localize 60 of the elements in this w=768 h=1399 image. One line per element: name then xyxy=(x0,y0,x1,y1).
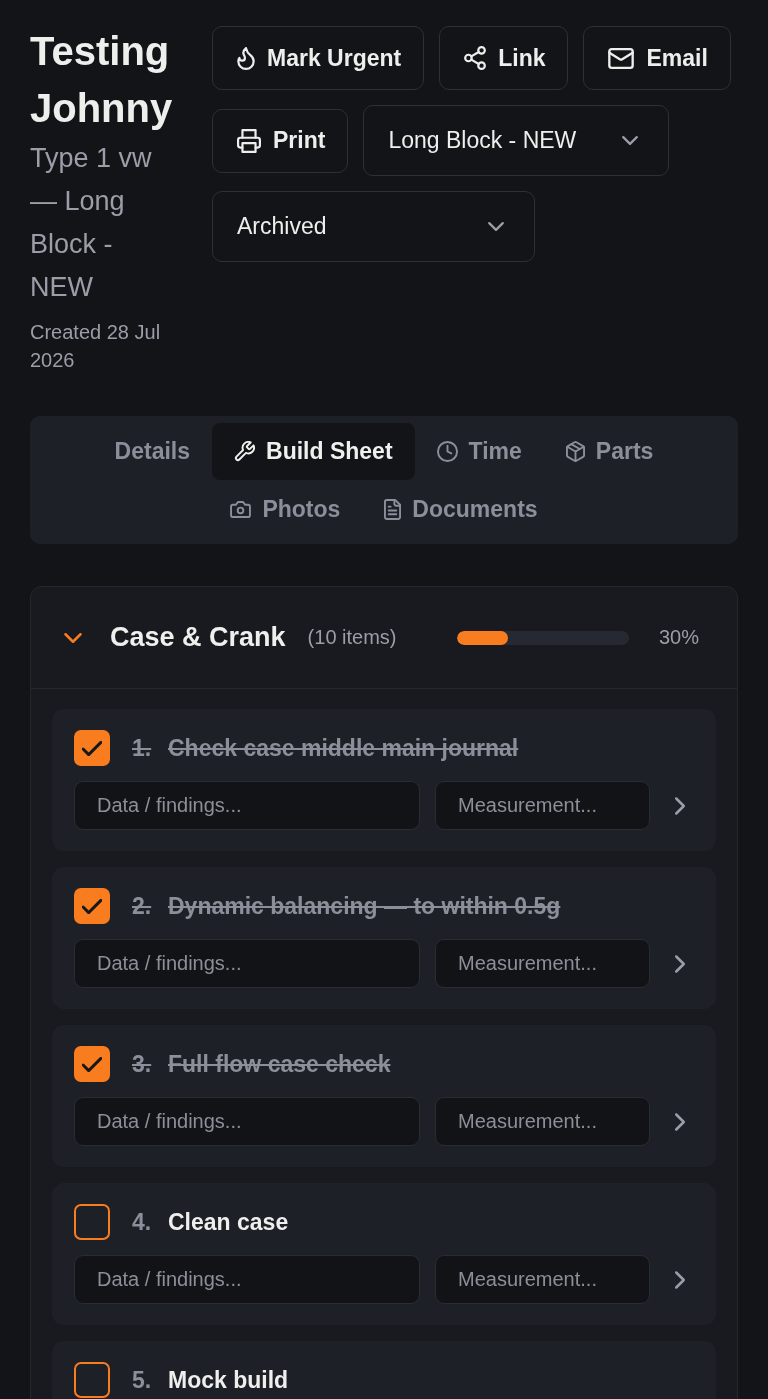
tab[interactable]: Documents xyxy=(362,481,560,538)
clock-icon xyxy=(436,441,458,462)
record-title: Testing Johnny xyxy=(30,28,174,132)
camera-icon xyxy=(230,501,252,518)
findings-field[interactable]: Data / findings... xyxy=(74,939,420,988)
checkbox[interactable] xyxy=(74,1362,110,1398)
measurement-field[interactable]: Measurement... xyxy=(435,1255,650,1304)
findings-field[interactable]: Data / findings... xyxy=(74,1097,420,1146)
checkbox[interactable] xyxy=(74,888,110,924)
progress-percent: 30% xyxy=(658,626,699,649)
measurement-field[interactable]: Measurement... xyxy=(435,939,650,988)
wrench-icon xyxy=(234,441,256,462)
check-icon xyxy=(82,1056,102,1072)
tab[interactable]: Parts xyxy=(543,423,676,480)
measurement-field[interactable]: Measurement... xyxy=(435,1097,650,1146)
item-number: 3. xyxy=(132,1051,153,1077)
printer-icon xyxy=(237,128,261,153)
checkbox[interactable] xyxy=(74,1046,110,1082)
measurement-field[interactable]: Measurement... xyxy=(435,781,650,830)
status-dropdown[interactable]: Archived xyxy=(212,191,535,262)
email-button[interactable]: Email xyxy=(583,26,731,90)
chevron-down-icon[interactable] xyxy=(64,632,82,643)
link-button[interactable]: Link xyxy=(439,26,569,90)
item-title: Dynamic balancing — to within 0.5g xyxy=(168,893,561,919)
tab[interactable]: Build Sheet xyxy=(212,423,415,480)
item-number: 2. xyxy=(132,893,153,919)
check-icon xyxy=(82,740,102,756)
print-button[interactable]: Print xyxy=(212,108,349,173)
item-title: Full flow case check xyxy=(168,1051,391,1077)
findings-field[interactable]: Data / findings... xyxy=(74,1255,420,1304)
flame-icon xyxy=(237,46,255,70)
item-number: 1. xyxy=(132,735,153,761)
chevron-down-icon xyxy=(488,222,504,231)
tab[interactable]: Photos xyxy=(208,481,363,538)
chevron-right-icon[interactable] xyxy=(674,1270,685,1289)
chevron-right-icon[interactable] xyxy=(674,796,685,815)
chevron-down-icon xyxy=(622,136,639,145)
chevron-right-icon[interactable] xyxy=(674,954,685,973)
created-date: Created 28 Jul 2026 xyxy=(30,320,162,373)
tab[interactable]: Details xyxy=(92,423,213,480)
item-title: Check case middle main journal xyxy=(168,735,519,761)
checkbox[interactable] xyxy=(74,1204,110,1240)
check-icon xyxy=(82,898,102,914)
mail-icon xyxy=(608,47,635,69)
chevron-right-icon[interactable] xyxy=(674,1112,685,1131)
tab[interactable]: Time xyxy=(414,423,544,480)
box-icon xyxy=(565,441,585,462)
item-title: Mock build xyxy=(168,1367,289,1393)
checkbox[interactable] xyxy=(74,730,110,766)
urgent-button[interactable]: Mark Urgent xyxy=(212,26,425,90)
item-count: (10 items) xyxy=(307,626,397,649)
findings-field[interactable]: Data / findings... xyxy=(74,781,420,830)
item-title: Clean case xyxy=(168,1209,289,1235)
item-number: 5. xyxy=(132,1367,153,1393)
item-number: 4. xyxy=(132,1209,153,1235)
share-icon xyxy=(464,46,487,70)
document-icon xyxy=(384,499,402,520)
type-dropdown[interactable]: Long Block - NEW xyxy=(363,105,670,176)
section-title: Case & Crank xyxy=(110,622,286,653)
record-subtitle: Type 1 vw — Long Block - NEW xyxy=(30,142,153,304)
